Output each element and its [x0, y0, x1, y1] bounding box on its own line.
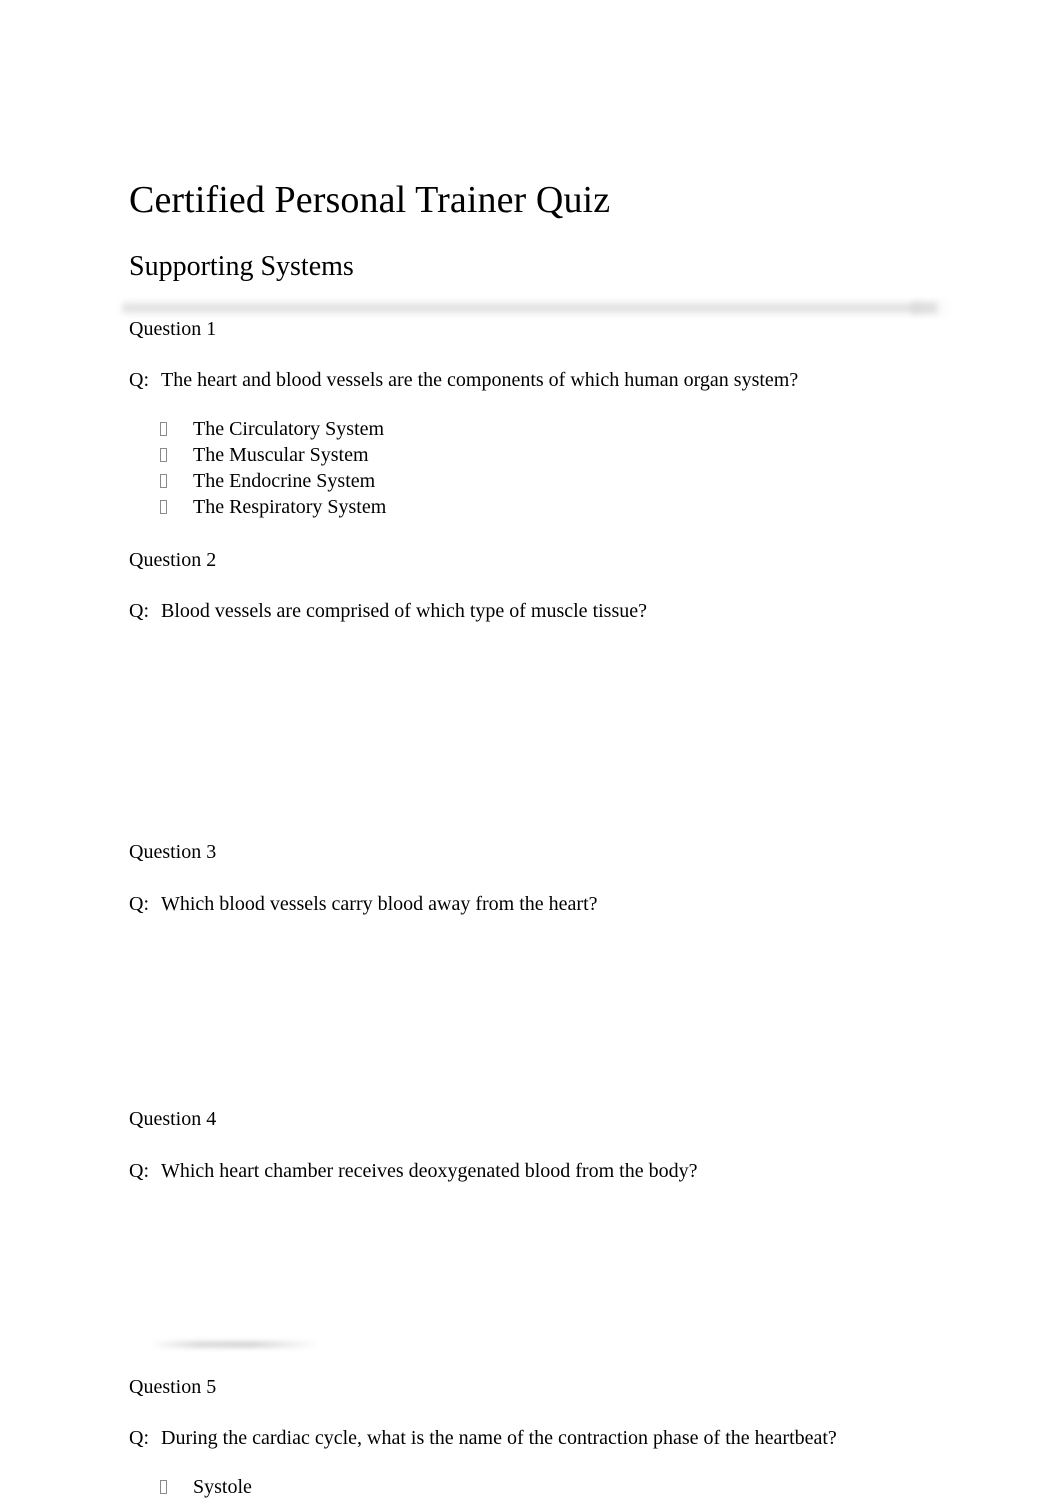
question-label-1: Question 1 [129, 318, 217, 340]
bullet-box-icon [160, 1480, 167, 1494]
question-text-4: Q: Which heart chamber receives deoxygena… [129, 1158, 697, 1184]
question-prefix-3: Q: [129, 893, 149, 915]
list-item[interactable]: The Muscular System [129, 442, 386, 468]
question-body-1: The heart and blood vessels are the comp… [161, 369, 799, 391]
bullet-box-icon [160, 500, 167, 514]
question-prefix-5: Q: [129, 1427, 149, 1449]
document-page: Certified Personal Trainer Quiz Supporti… [0, 0, 1062, 1506]
question-text-3: Q: Which blood vessels carry blood away f… [129, 891, 598, 917]
bullet-box-icon [160, 422, 167, 436]
option-label: The Circulatory System [193, 418, 385, 440]
option-list-5: Systole [129, 1474, 252, 1500]
question-body-2: Blood vessels are comprised of which typ… [161, 600, 647, 622]
list-item[interactable]: The Respiratory System [129, 494, 386, 520]
question-label-2: Question 2 [129, 549, 217, 571]
list-item[interactable]: Systole [129, 1474, 252, 1500]
question-prefix-1: Q: [129, 369, 149, 391]
question-body-5: During the cardiac cycle, what is the na… [161, 1427, 837, 1449]
question-body-3: Which blood vessels carry blood away fro… [161, 893, 598, 915]
question-label-5: Question 5 [129, 1376, 217, 1398]
option-label: The Respiratory System [193, 496, 387, 518]
question-prefix-4: Q: [129, 1160, 149, 1182]
question-prefix-2: Q: [129, 600, 149, 622]
question-body-4: Which heart chamber receives deoxygenate… [161, 1160, 698, 1182]
option-list-1: The Circulatory System The Muscular Syst… [129, 416, 386, 520]
question-text-1: Q: The heart and blood vessels are the co… [129, 367, 798, 393]
question-label-4: Question 4 [129, 1108, 217, 1130]
question-label-3: Question 3 [129, 841, 217, 863]
faint-smudge-mark [150, 1341, 318, 1348]
bullet-box-icon [160, 448, 167, 462]
question-text-2: Q: Blood vessels are comprised of which t… [129, 598, 647, 624]
option-label: Systole [193, 1476, 252, 1498]
header-divider-band [122, 300, 951, 316]
question-text-5: Q: During the cardiac cycle, what is the … [129, 1425, 837, 1451]
list-item[interactable]: The Endocrine System [129, 468, 386, 494]
page-title: Certified Personal Trainer Quiz [129, 179, 611, 222]
page-subtitle: Supporting Systems [129, 251, 354, 283]
list-item[interactable]: The Circulatory System [129, 416, 386, 442]
bullet-box-icon [160, 474, 167, 488]
